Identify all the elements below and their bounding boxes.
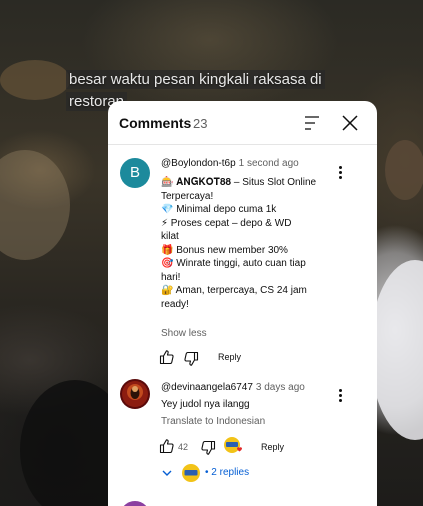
background-person [370,260,423,440]
chevron-down-icon [162,470,172,476]
comment-line: ⚡ Proses cepat – depo & WD [161,217,292,229]
comment-text: Yey judol nya ilangg [161,398,250,412]
like-count: 42 [178,442,189,452]
author-handle[interactable]: @devinaangela6747 [161,382,253,393]
sort-icon [305,116,319,130]
comments-title: Comments [119,115,192,131]
reply-button[interactable]: Reply [261,442,284,452]
creator-heart-badge[interactable] [223,436,243,456]
sort-button[interactable] [303,114,323,132]
comment-line: hari! [161,271,181,283]
more-vert-icon [334,389,346,402]
comment-line: 🔐 Aman, terpercaya, CS 24 jam [161,285,307,296]
comment-timestamp[interactable]: 3 days ago [256,382,305,393]
avatar[interactable]: B [120,158,150,188]
avatar[interactable] [120,501,150,506]
thumb-down-icon [184,351,199,366]
thumb-up-icon [159,439,174,454]
comment-line: 💎 Minimal depo cuma 1k [161,204,277,215]
background-light [385,140,423,200]
background-light [0,60,70,100]
close-icon [342,115,358,131]
background-person [0,150,70,260]
translate-link[interactable]: Translate to Indonesian [161,416,265,427]
reply-button[interactable]: Reply [218,352,241,362]
comment-timestamp[interactable]: 1 second ago [239,158,299,169]
avatar-image [120,379,150,409]
comment-menu-button[interactable] [334,387,346,405]
comment-line: Yey judol nya ilangg [161,399,250,410]
thumb-up-icon [159,350,174,365]
like-button[interactable] [159,438,175,454]
comments-header: Comments 23 [108,101,377,145]
avatar[interactable] [120,379,150,409]
more-vert-icon [334,166,346,179]
comment-line: 🎯 Winrate tinggi, auto cuan tiap [161,258,306,269]
comment-author[interactable]: @devinaangela6747 3 days ago [161,382,305,393]
comment-line: 🎁 Bonus new member 30% [161,244,288,256]
comments-panel: Comments 23 B @Boylondon-t6p 1 second ago… [108,101,377,506]
dislike-button[interactable] [200,440,216,456]
creator-avatar-heart-icon [224,437,242,453]
comments-count: 23 [193,116,208,131]
comment-author[interactable]: @Boylondon-t6p 1 second ago [161,158,299,169]
comment-menu-button[interactable] [334,164,346,182]
comment-line: 🎰 𝐀𝐍𝐆𝐊𝐎𝐓𝟖𝟖 – Situs Slot Online [161,177,317,188]
avatar-letter: B [129,164,140,181]
comment-line: Terpercaya! [161,190,214,202]
close-button[interactable] [340,113,360,133]
comment-line: kilat [161,231,179,242]
replies-count-label[interactable]: • 2 replies [205,467,249,478]
show-less-link[interactable]: Show less [161,328,207,339]
comment-text: 🎰 𝐀𝐍𝐆𝐊𝐎𝐓𝟖𝟖 – Situs Slot Online Terpercay… [161,176,316,311]
like-button[interactable] [159,349,175,365]
author-handle[interactable]: @Boylondon-t6p [161,158,236,169]
creator-avatar-icon [182,464,200,482]
thumb-down-icon [201,440,216,455]
comment-line: ready! [161,298,189,310]
dislike-button[interactable] [183,351,199,367]
replies-text[interactable]: 2 replies [211,467,249,478]
